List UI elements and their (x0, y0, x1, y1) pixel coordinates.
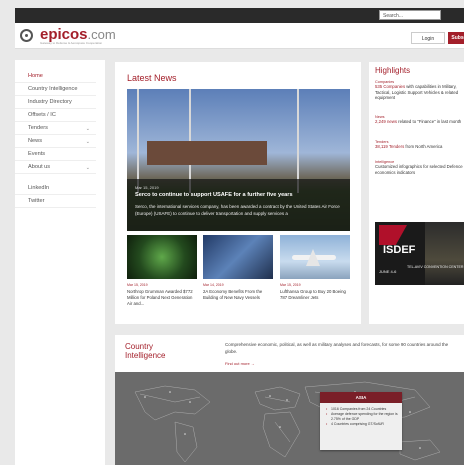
highlight-item[interactable]: Companies 535 Companies with capabilitie… (375, 80, 464, 101)
news-item[interactable]: Mar 15, 2019 Lufthansa Group to Buy 20 B… (280, 235, 350, 301)
sidebar-item-home[interactable]: Home (15, 70, 96, 83)
highlight-item[interactable]: Intelligence Customized infographics for… (375, 160, 464, 175)
sidebar-item-industry-directory[interactable]: Industry Directory (15, 96, 96, 109)
flagpole (297, 89, 299, 193)
logo-icon[interactable] (20, 29, 33, 42)
chevron-down-icon[interactable]: ⌄ (86, 139, 90, 145)
ad-brand: ISDEF (383, 244, 416, 256)
tooltip-line: 4 Countries comprising GT/SofUR (326, 422, 402, 427)
hero-caption: Mar 15, 2019 Serco to continue to suppor… (127, 179, 350, 231)
soldier-image (425, 222, 464, 285)
news-date: Mar 14, 2019 (203, 283, 224, 287)
chevron-down-icon[interactable]: ⌄ (86, 165, 90, 171)
section-title: Latest News (127, 73, 177, 83)
news-image (127, 235, 197, 279)
highlights-panel: Highlights Companies 535 Companies with … (369, 62, 464, 324)
news-title[interactable]: Lufthansa Group to Buy 20 Boeing 787 Dre… (280, 289, 350, 301)
flagpole (137, 89, 139, 193)
highlights-title: Highlights (375, 66, 411, 75)
sidebar-item-label: Tenders (28, 125, 48, 131)
ad-dates: JUNE 4-6 (379, 269, 397, 274)
highlight-value: 535 Companies with capabilities in Milit… (375, 84, 459, 100)
sidebar-item-label: News (28, 138, 42, 144)
highlight-value: 38,119 Tenders from North America (375, 144, 443, 149)
top-bar: Search... (15, 8, 464, 23)
sidebar-item-tenders[interactable]: Tenders ⌄ (15, 122, 96, 135)
hero-text: Serco, the international services compan… (135, 204, 340, 216)
country-intelligence-title: Country Intelligence (125, 342, 166, 360)
sidebar-item-label: Home (28, 73, 43, 79)
news-item[interactable]: Mar 15, 2019 Northrop Grumman Awarded $7… (127, 235, 197, 307)
social-link-twitter[interactable]: Twitter (15, 195, 96, 208)
hero-news[interactable]: Mar 15, 2019 Serco to continue to suppor… (127, 89, 350, 231)
sidebar-item-news[interactable]: News ⌄ (15, 135, 96, 148)
sidebar-item-country-intelligence[interactable]: Country Intelligence (15, 83, 96, 96)
highlight-value: 2,249 news related to "Finance" in last … (375, 119, 462, 124)
sidebar-item-offsets-ic[interactable]: Offsets / IC (15, 109, 96, 122)
building-image (147, 141, 267, 165)
search-input[interactable]: Search... (379, 10, 441, 20)
tooltip-list: 1016 Companies from 24 Countries Average… (320, 403, 402, 427)
highlight-item[interactable]: News 2,249 news related to "Finance" in … (375, 115, 464, 125)
login-button[interactable]: Login (411, 32, 445, 44)
asia-tooltip: ASIA 1016 Companies from 24 Countries Av… (320, 392, 402, 450)
news-date: Mar 15, 2019 (127, 283, 148, 287)
social-links: LinkedIn Twitter (15, 174, 105, 208)
news-image (203, 235, 273, 279)
isdef-banner-ad[interactable]: ISDEF JUNE 4-6 TEL-AVIV CONVENTION CENTE… (375, 222, 464, 285)
country-intelligence-panel: Country Intelligence Comprehensive econo… (115, 335, 464, 465)
sidebar-item-label: Events (28, 151, 46, 157)
find-out-more-link[interactable]: Find out more → (225, 361, 255, 366)
site-header: epicos.com Gateway to Defense & Aerospac… (15, 23, 464, 49)
world-map[interactable]: ASIA 1016 Companies from 24 Countries Av… (115, 372, 464, 465)
news-title[interactable]: Northrop Grumman Awarded $772 Million fo… (127, 289, 197, 307)
news-title[interactable]: 2A Economy Benefits From the Building of… (203, 289, 273, 301)
sidebar-item-label: Offsets / IC (28, 112, 56, 118)
tooltip-region: ASIA (320, 392, 402, 403)
sidebar-item-events[interactable]: Events (15, 148, 96, 161)
tooltip-line: Average defence spending for the region … (326, 412, 402, 422)
hero-date: Mar 15, 2019 (135, 185, 159, 190)
sidebar-item-label: Country Intelligence (28, 86, 78, 92)
news-date: Mar 15, 2019 (280, 283, 301, 287)
latest-news-panel: Latest News Mar 15, 2019 Serco to contin… (115, 62, 361, 324)
social-link-linkedin[interactable]: LinkedIn (15, 182, 96, 195)
sidebar-item-about-us[interactable]: About us ⌄ (15, 161, 96, 174)
subscribe-button[interactable]: Subscribe (448, 32, 464, 44)
isdef-logo-shape (379, 225, 407, 245)
ad-venue: TEL-AVIV CONVENTION CENTER (407, 265, 464, 269)
news-item[interactable]: Mar 14, 2019 2A Economy Benefits From th… (203, 235, 273, 301)
world-map-graphic (134, 381, 441, 463)
hero-title[interactable]: Serco to continue to support USAFE for a… (135, 192, 293, 198)
country-intelligence-text: Comprehensive economic, political, as we… (225, 342, 449, 354)
news-image (280, 235, 350, 279)
news-thumbnails: Mar 15, 2019 Northrop Grumman Awarded $7… (127, 235, 350, 320)
highlight-item[interactable]: Tenders 38,119 Tenders from North Americ… (375, 140, 464, 150)
sidebar-item-label: About us (28, 164, 51, 170)
sidebar-item-label: Industry Directory (28, 99, 72, 105)
nav-list: Home Country Intelligence Industry Directo… (15, 60, 105, 174)
logo-tagline: Gateway to Defense & Aerospace Cooperati… (40, 41, 103, 45)
sidebar-nav: Home Country Intelligence Industry Directo… (15, 60, 105, 465)
highlight-value: Customized infographics for selected Def… (375, 164, 463, 175)
chevron-down-icon[interactable]: ⌄ (86, 126, 90, 132)
